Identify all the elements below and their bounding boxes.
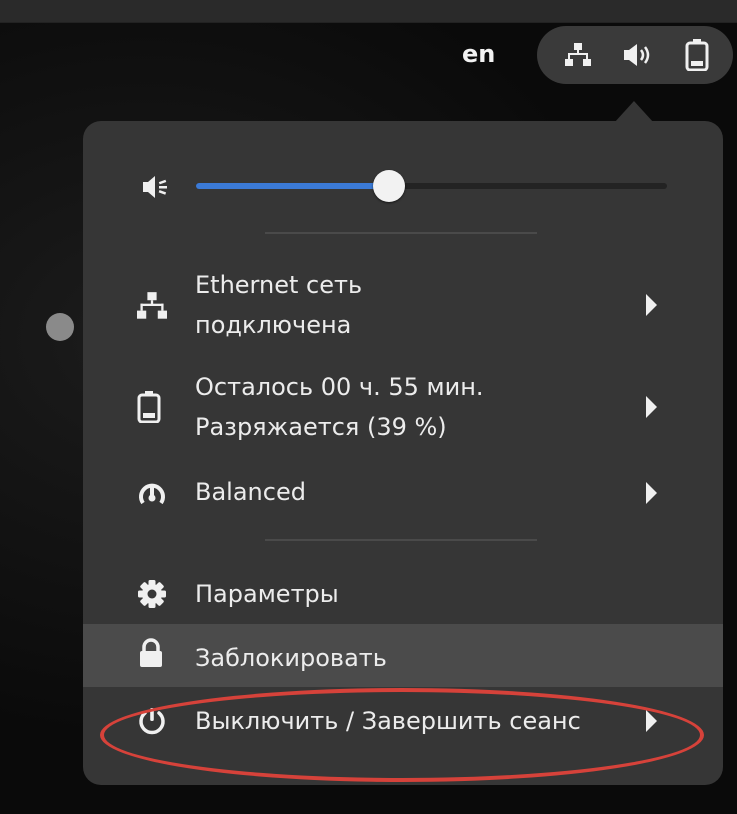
lock-label: Заблокировать [195, 644, 387, 672]
submenu-arrow-icon [646, 294, 657, 316]
keyboard-layout-indicator[interactable]: en [462, 40, 495, 68]
volume-slider-handle[interactable] [373, 170, 405, 202]
system-menu: Ethernet сеть подключена Осталось 00 ч. … [83, 121, 723, 785]
popover-arrow [614, 101, 654, 123]
audio-volume-icon [623, 42, 657, 72]
top-bar-edge [0, 0, 737, 23]
battery-time-remaining: Осталось 00 ч. 55 мин. [195, 373, 484, 401]
power-mode-menu-item[interactable]: Balanced [83, 467, 723, 519]
volume-slider-fill [196, 183, 389, 189]
submenu-arrow-icon [646, 482, 657, 504]
network-wired-icon [565, 42, 591, 72]
volume-low-icon[interactable] [142, 175, 172, 203]
separator [265, 539, 537, 541]
network-wired-icon [137, 291, 167, 325]
network-menu-item[interactable]: Ethernet сеть подключена [83, 263, 723, 347]
battery-icon [137, 391, 161, 427]
power-mode-label: Balanced [195, 478, 306, 506]
desktop-dot [46, 313, 74, 341]
submenu-arrow-icon [646, 396, 657, 418]
power-profile-icon [137, 479, 167, 513]
battery-icon [685, 39, 709, 75]
volume-slider[interactable] [196, 170, 667, 202]
separator [265, 232, 537, 234]
battery-status: Разряжается (39 %) [195, 413, 447, 441]
settings-gear-icon [137, 579, 167, 613]
network-title: Ethernet сеть [195, 271, 363, 299]
settings-label: Параметры [195, 580, 339, 608]
settings-menu-item[interactable]: Параметры [83, 569, 723, 619]
battery-menu-item[interactable]: Осталось 00 ч. 55 мин. Разряжается (39 %… [83, 365, 723, 449]
system-status-area[interactable] [537, 26, 733, 84]
lock-menu-item[interactable]: Заблокировать [83, 624, 723, 687]
lock-icon [137, 638, 165, 672]
annotation-ellipse [100, 688, 704, 782]
network-status: подключена [195, 311, 352, 339]
